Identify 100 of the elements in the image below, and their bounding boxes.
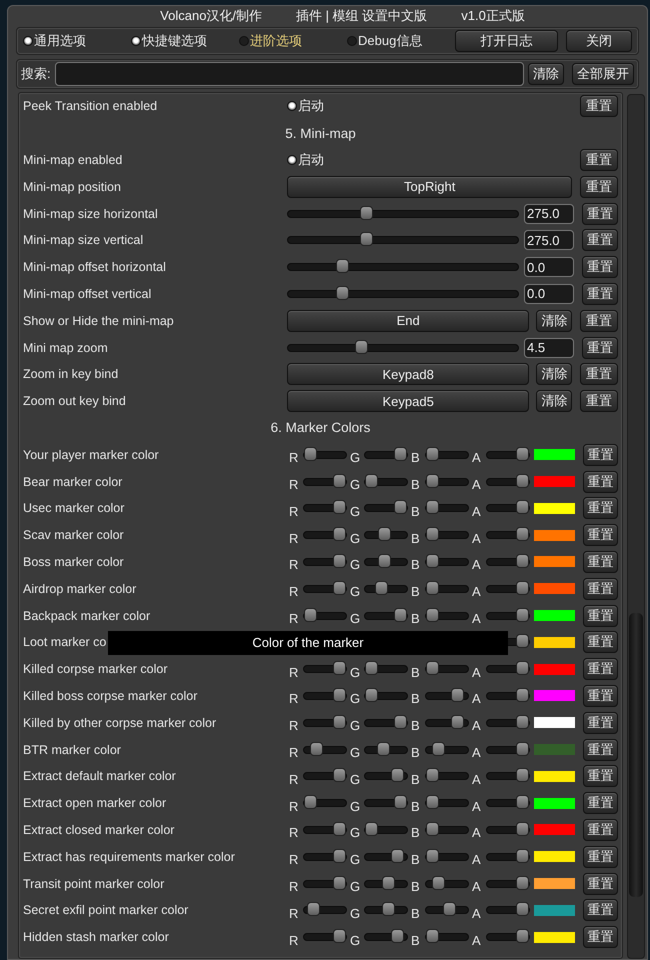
reset-button[interactable]: 重置 (583, 872, 618, 894)
reset-button[interactable]: 重置 (582, 282, 618, 305)
slider-thumb[interactable] (394, 795, 407, 810)
slider-thumb[interactable] (333, 876, 346, 890)
slider-thumb[interactable] (426, 527, 439, 542)
clear-button[interactable]: 清除 (536, 390, 572, 412)
radio-option[interactable]: 启动 (287, 97, 324, 116)
slider-thumb[interactable] (516, 688, 529, 702)
reset-button[interactable]: 重置 (583, 524, 618, 546)
slider-thumb[interactable] (336, 286, 349, 300)
slider-thumb[interactable] (333, 474, 346, 488)
reset-button[interactable]: 重置 (583, 899, 618, 922)
reset-button[interactable]: 重置 (580, 95, 618, 118)
slider-thumb[interactable] (426, 929, 439, 944)
dropdown-button[interactable]: TopRight (287, 176, 572, 198)
search-field[interactable] (54, 62, 524, 86)
slider-thumb[interactable] (432, 742, 445, 756)
reset-button[interactable]: 重置 (583, 792, 618, 814)
slider-thumb[interactable] (426, 768, 439, 782)
slider-thumb[interactable] (450, 714, 464, 729)
reset-button[interactable]: 重置 (582, 202, 618, 225)
slider-thumb[interactable] (426, 795, 439, 810)
reset-button[interactable]: 重置 (583, 926, 618, 948)
slider-thumb[interactable] (391, 929, 404, 944)
slider-thumb[interactable] (516, 768, 529, 782)
keybind-button[interactable]: Keypad8 (287, 363, 530, 386)
value-field[interactable]: 275.0 (524, 230, 574, 250)
slider-thumb[interactable] (365, 688, 378, 702)
slider-thumb[interactable] (516, 902, 529, 916)
reset-button[interactable]: 重置 (582, 256, 618, 278)
slider-thumb[interactable] (394, 500, 407, 514)
toolbar-button[interactable]: 关闭 (566, 30, 632, 52)
reset-button[interactable]: 重置 (580, 310, 618, 332)
keybind-button[interactable]: Keypad5 (287, 390, 530, 412)
slider-thumb[interactable] (516, 634, 529, 648)
reset-button[interactable]: 重置 (583, 470, 618, 493)
slider-thumb[interactable] (426, 661, 439, 676)
radio-option[interactable]: 启动 (287, 150, 324, 169)
slider-thumb[interactable] (394, 714, 407, 729)
slider-thumb[interactable] (450, 688, 464, 702)
value-field[interactable]: 0.0 (524, 284, 574, 304)
slider-thumb[interactable] (516, 554, 529, 568)
reset-button[interactable]: 重置 (583, 444, 618, 466)
slider-thumb[interactable] (426, 554, 439, 568)
slider-thumb[interactable] (333, 822, 346, 836)
slider-thumb[interactable] (336, 259, 349, 274)
reset-button[interactable]: 重置 (583, 712, 618, 734)
slider-thumb[interactable] (333, 929, 346, 944)
reset-button[interactable]: 重置 (583, 578, 618, 600)
slider-thumb[interactable] (516, 795, 529, 810)
slider-thumb[interactable] (365, 661, 378, 676)
value-field[interactable]: 0.0 (524, 257, 574, 278)
slider-thumb[interactable] (333, 554, 346, 568)
slider-thumb[interactable] (426, 446, 439, 461)
clear-button[interactable]: 清除 (528, 63, 564, 85)
slider-thumb[interactable] (516, 714, 529, 729)
slider-thumb[interactable] (378, 554, 392, 568)
slider-thumb[interactable] (426, 580, 439, 595)
slider-thumb[interactable] (391, 768, 404, 782)
slider-thumb[interactable] (516, 876, 529, 890)
slider-thumb[interactable] (333, 580, 346, 595)
slider-thumb[interactable] (391, 848, 404, 863)
slider-thumb[interactable] (426, 500, 439, 514)
scrollbar-thumb[interactable] (629, 613, 643, 897)
slider-thumb[interactable] (516, 500, 529, 514)
slider-thumb[interactable] (426, 822, 439, 836)
reset-button[interactable]: 重置 (582, 336, 618, 359)
slider-thumb[interactable] (304, 446, 317, 461)
reset-button[interactable]: 重置 (580, 363, 618, 386)
slider-thumb[interactable] (304, 795, 317, 810)
slider-thumb[interactable] (426, 848, 439, 863)
slider-thumb[interactable] (310, 742, 323, 756)
keybind-button[interactable]: End (287, 310, 530, 332)
slider-thumb[interactable] (443, 902, 456, 916)
slider-thumb[interactable] (375, 580, 388, 595)
slider-thumb[interactable] (333, 661, 346, 676)
slider-thumb[interactable] (365, 474, 378, 488)
slider-thumb[interactable] (306, 902, 320, 916)
slider-thumb[interactable] (516, 580, 529, 595)
reset-button[interactable]: 重置 (583, 846, 618, 868)
tab[interactable]: Debug信息 (347, 32, 455, 50)
slider-thumb[interactable] (516, 661, 529, 676)
tab[interactable]: 快捷键选项 (131, 32, 239, 50)
slider-thumb[interactable] (333, 714, 346, 729)
reset-button[interactable]: 重置 (583, 550, 618, 573)
slider-thumb[interactable] (360, 232, 373, 246)
clear-button[interactable]: 清除 (536, 310, 572, 332)
reset-button[interactable]: 重置 (580, 176, 618, 198)
slider-thumb[interactable] (365, 822, 378, 836)
reset-button[interactable]: 重置 (583, 658, 618, 680)
reset-button[interactable]: 重置 (580, 390, 618, 412)
slider-thumb[interactable] (333, 527, 346, 542)
value-field[interactable]: 4.5 (524, 338, 574, 358)
slider-thumb[interactable] (355, 340, 368, 354)
slider-thumb[interactable] (516, 742, 529, 756)
clear-button[interactable]: 清除 (536, 363, 572, 386)
reset-button[interactable]: 重置 (580, 148, 618, 171)
slider-thumb[interactable] (376, 742, 390, 756)
slider-thumb[interactable] (516, 848, 529, 863)
reset-button[interactable]: 重置 (583, 684, 618, 707)
